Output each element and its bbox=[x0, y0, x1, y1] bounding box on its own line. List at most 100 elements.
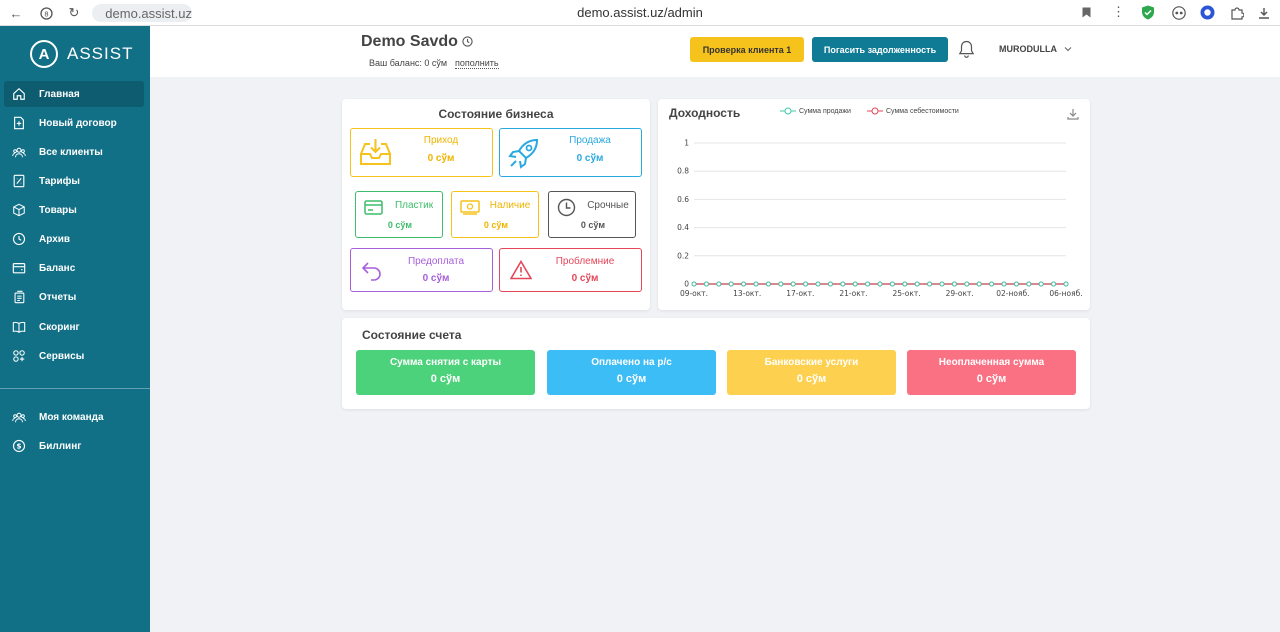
data-point bbox=[790, 281, 796, 287]
sidebar-item-label: Новый договор bbox=[39, 117, 117, 129]
plastic-tile[interactable]: Пластик 0 сўм bbox=[355, 191, 443, 238]
problem-value: 0 сўм bbox=[571, 273, 599, 284]
sidebar-item-reports[interactable]: Отчеты bbox=[4, 284, 144, 310]
card-withdrawal-label: Сумма снятия с карты bbox=[389, 357, 502, 368]
site-info-pill[interactable]: demo.assist.uz bbox=[92, 4, 192, 22]
clients-icon bbox=[12, 147, 26, 158]
tariffs-icon bbox=[13, 174, 25, 188]
check-client-button[interactable]: Проверка клиента 1 bbox=[690, 37, 804, 62]
data-point bbox=[803, 281, 809, 287]
sidebar-item-archive[interactable]: Архив bbox=[4, 226, 144, 252]
sidebar-item-label: Тарифы bbox=[39, 175, 80, 187]
problem-tile[interactable]: Проблемние 0 сўм bbox=[499, 248, 642, 292]
shop-name: Demo Savdo bbox=[361, 33, 458, 50]
cash-value: 0 сўм bbox=[483, 220, 509, 230]
brand-logo[interactable]: A ASSIST bbox=[30, 40, 133, 68]
income-tile[interactable]: Приход 0 сўм bbox=[350, 128, 493, 177]
forward-icon[interactable]: 8 bbox=[38, 5, 54, 21]
card-withdrawal-tile[interactable]: Сумма снятия с карты 0 сўм bbox=[356, 350, 535, 395]
prepay-tile[interactable]: Предоплата 0 сўм bbox=[350, 248, 493, 292]
plastic-label: Пластик bbox=[394, 200, 434, 211]
reload-icon[interactable]: ↻ bbox=[66, 5, 82, 21]
inbox-download-icon bbox=[360, 139, 391, 165]
bell-icon[interactable] bbox=[958, 40, 975, 59]
data-point bbox=[889, 281, 895, 287]
new-contract-icon bbox=[14, 116, 24, 130]
profit-line-chart: 0 0.2 0.4 0.6 0.8 1 09-окт. 13-окт. 17-окт. 21-ок… bbox=[677, 139, 1083, 299]
x-tick-label: 21-окт. bbox=[839, 289, 867, 298]
data-point bbox=[1051, 281, 1057, 287]
download-icon[interactable] bbox=[1258, 7, 1270, 19]
brand-letter: A bbox=[38, 45, 50, 63]
chart-download-icon[interactable] bbox=[1067, 108, 1079, 120]
legend-sales-marker bbox=[780, 107, 796, 115]
data-point bbox=[815, 281, 821, 287]
bookmark-icon[interactable] bbox=[1082, 7, 1091, 18]
browser-toolbar: ← 8 ↻ demo.assist.uz demo.assist.uz/admi… bbox=[0, 0, 1280, 26]
sidebar-item-balance[interactable]: Баланс bbox=[4, 255, 144, 281]
sidebar-divider bbox=[0, 388, 150, 389]
unpaid-amount-tile[interactable]: Неоплаченная сумма 0 сўм bbox=[907, 350, 1076, 395]
chevron-down-icon bbox=[1064, 47, 1072, 52]
sales-tile[interactable]: Продажа 0 сўм bbox=[499, 128, 642, 177]
bank-services-label: Банковские услуги bbox=[764, 357, 859, 368]
history-clock-icon[interactable] bbox=[462, 36, 473, 47]
sidebar-item-home[interactable]: Главная bbox=[4, 81, 144, 107]
card-icon bbox=[364, 200, 383, 215]
bank-services-tile[interactable]: Банковские услуги 0 сўм bbox=[727, 350, 896, 395]
sidebar-item-label: Товары bbox=[39, 204, 77, 216]
sidebar-item-new-contract[interactable]: Новый договор bbox=[4, 110, 144, 136]
prepay-value: 0 сўм bbox=[422, 273, 450, 284]
paid-account-tile[interactable]: Оплачено на р/с 0 сўм bbox=[547, 350, 716, 395]
legend-cost-label: Сумма себестоимости bbox=[886, 107, 959, 115]
shield-extension-icon[interactable] bbox=[1141, 5, 1155, 20]
data-point bbox=[877, 281, 883, 287]
top-header: Demo Savdo Ваш баланс: 0 сўм пополнить П… bbox=[150, 26, 1280, 77]
cash-tile[interactable]: Наличие 0 сўм bbox=[451, 191, 539, 238]
brand-name: ASSIST bbox=[67, 44, 134, 63]
sidebar-item-tariffs[interactable]: Тарифы bbox=[4, 168, 144, 194]
sidebar-item-scoring[interactable]: Скоринг bbox=[4, 314, 144, 340]
y-tick-label: 1 bbox=[684, 139, 689, 148]
sidebar-item-products[interactable]: Товары bbox=[4, 197, 144, 223]
plastic-value: 0 сўм bbox=[387, 220, 413, 230]
data-point bbox=[1013, 281, 1019, 287]
reports-icon bbox=[14, 290, 25, 304]
data-point bbox=[951, 281, 957, 287]
wallet-icon bbox=[12, 263, 26, 274]
y-tick-label: 0.2 bbox=[677, 251, 689, 260]
legend-cost[interactable]: Сумма себестоимости bbox=[867, 107, 959, 115]
user-menu[interactable]: MURODULLA bbox=[999, 44, 1072, 54]
eyes-extension-icon[interactable] bbox=[1172, 6, 1186, 20]
sidebar-item-label: Моя команда bbox=[39, 411, 104, 423]
x-tick-label: 06-нояб. bbox=[1049, 289, 1082, 298]
clock-icon bbox=[12, 232, 26, 246]
balance-label: Ваш баланс: 0 сўм bbox=[369, 58, 448, 68]
services-icon bbox=[13, 350, 25, 362]
income-label: Приход bbox=[423, 135, 459, 146]
repay-debt-button[interactable]: Погасить задолженность bbox=[812, 37, 948, 62]
unpaid-amount-value: 0 сўм bbox=[976, 373, 1007, 385]
data-point bbox=[939, 281, 945, 287]
sidebar-item-label: Баланс bbox=[39, 262, 76, 274]
sidebar-item-services[interactable]: Сервисы bbox=[4, 343, 144, 369]
legend-sales[interactable]: Сумма продажи bbox=[780, 107, 851, 115]
sidebar-item-clients[interactable]: Все клиенты bbox=[4, 139, 144, 165]
sidebar-item-billing[interactable]: $ Биллинг bbox=[4, 433, 144, 459]
domain-text: demo.assist.uz bbox=[105, 5, 192, 21]
sidebar-item-team[interactable]: Моя команда bbox=[4, 404, 144, 430]
blue-extension-icon[interactable] bbox=[1200, 5, 1215, 20]
menu-dots-icon[interactable]: ⋮ bbox=[1112, 4, 1125, 20]
puzzle-extension-icon[interactable] bbox=[1230, 6, 1244, 20]
back-icon[interactable]: ← bbox=[8, 5, 24, 21]
data-point bbox=[691, 281, 697, 287]
x-tick-label: 17-окт. bbox=[786, 289, 814, 298]
brand-logo-icon: A bbox=[30, 40, 58, 68]
topup-link[interactable]: пополнить bbox=[455, 58, 499, 69]
account-state-card: Состояние счета Сумма снятия с карты 0 с… bbox=[342, 318, 1090, 409]
box-icon bbox=[13, 203, 25, 217]
urgent-tile[interactable]: Срочные 0 сўм bbox=[548, 191, 636, 238]
book-icon bbox=[12, 321, 26, 333]
data-point bbox=[852, 281, 858, 287]
paid-account-value: 0 сўм bbox=[616, 373, 647, 385]
